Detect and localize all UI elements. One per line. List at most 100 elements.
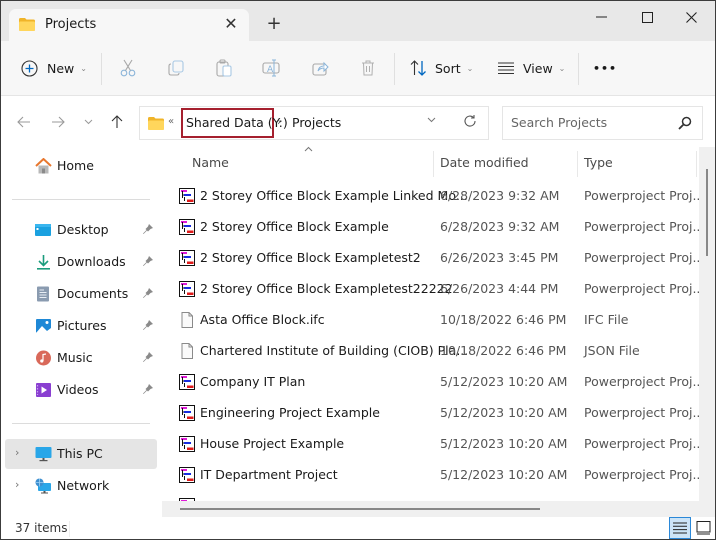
pin-icon[interactable]: [142, 255, 154, 267]
back-button[interactable]: [13, 111, 35, 133]
delete-button[interactable]: [357, 57, 379, 79]
file-row[interactable]: House Project Example 5/12/2023 10:20 AM P…: [172, 429, 704, 459]
sidebar-item-label: Desktop: [57, 222, 109, 237]
vertical-scrollbar[interactable]: [699, 147, 715, 517]
pin-icon[interactable]: [142, 383, 154, 395]
view-button[interactable]: View ⌄: [498, 53, 565, 83]
file-row[interactable]: IT Department Project 5/12/2023 10:20 AM P…: [172, 460, 704, 490]
chevron-right-icon[interactable]: ›: [15, 446, 19, 459]
navigation-pane: Home Desktop Downloads Documents Picture…: [1, 147, 161, 517]
close-window-button[interactable]: [669, 5, 713, 29]
file-name: IT Department Project: [200, 467, 338, 482]
sidebar-item-label: Pictures: [57, 318, 107, 333]
sort-button[interactable]: Sort ⌄: [410, 53, 473, 83]
sidebar-item-network[interactable]: › Network: [5, 471, 157, 501]
arrow-left-icon: [17, 116, 30, 128]
new-tab-button[interactable]: +: [263, 13, 285, 35]
column-divider[interactable]: [433, 151, 434, 177]
pin-icon[interactable]: [142, 287, 154, 299]
horizontal-scrollbar[interactable]: [162, 501, 699, 517]
file-list: Name Date modified Type 2 Storey Office …: [162, 145, 704, 517]
file-name: 2 Storey Office Block Example Linked Mo.…: [200, 188, 468, 203]
forward-button[interactable]: [47, 111, 69, 133]
generic-file-icon: [179, 312, 195, 328]
sidebar-item-pictures[interactable]: Pictures: [5, 311, 157, 341]
up-button[interactable]: [106, 111, 128, 133]
sidebar-item-downloads[interactable]: Downloads: [5, 247, 157, 277]
refresh-button[interactable]: [460, 113, 480, 133]
file-row[interactable]: [172, 491, 697, 501]
file-row[interactable]: Chartered Institute of Building (CIOB) P…: [172, 336, 697, 366]
horizontal-scrollbar-thumb[interactable]: [180, 508, 540, 510]
maximize-button[interactable]: [625, 5, 669, 29]
sidebar-item-music[interactable]: Music: [5, 343, 157, 373]
tab-projects[interactable]: Projects ✕: [9, 9, 249, 41]
file-name: House Project Example: [200, 436, 345, 451]
file-row[interactable]: Company IT Plan 5/12/2023 10:20 AM Powerpr…: [172, 367, 704, 397]
this-pc-icon: [35, 447, 52, 462]
file-row[interactable]: 2 Storey Office Block Example 6/28/2023 9…: [172, 212, 704, 242]
file-row[interactable]: Engineering Project Example 5/12/2023 10:…: [172, 398, 704, 428]
chevron-right-icon[interactable]: ›: [15, 478, 19, 491]
file-row[interactable]: 2 Storey Office Block Example Linked Mo.…: [172, 181, 704, 211]
paste-button[interactable]: [213, 57, 235, 79]
documents-icon: [37, 286, 49, 302]
breadcrumb-shared-data[interactable]: Shared Data (Y:): [186, 115, 288, 130]
folder-icon: [19, 18, 35, 31]
file-name: 2 Storey Office Block Exampletest22222: [200, 281, 453, 296]
file-type: Powerproject Proj...: [584, 250, 705, 265]
file-type: Powerproject Proj...: [584, 281, 705, 296]
breadcrumb-separator-icon[interactable]: ›: [277, 115, 281, 128]
file-type: Powerproject Proj...: [584, 374, 705, 389]
desktop-icon: [35, 224, 51, 236]
details-view-button[interactable]: [669, 517, 691, 539]
copy-button[interactable]: [165, 57, 187, 79]
file-date-modified: 5/12/2023 10:20 AM: [440, 374, 568, 389]
videos-icon: [36, 383, 51, 397]
close-tab-icon[interactable]: ✕: [221, 14, 241, 34]
file-row[interactable]: Asta Office Block.ifc 10/18/2022 6:46 PM I…: [172, 305, 697, 335]
chevron-down-icon: ⌄: [558, 63, 566, 73]
sidebar-item-label: This PC: [57, 446, 103, 461]
new-button[interactable]: New ⌄: [21, 53, 87, 83]
powerproject-icon: [179, 374, 195, 390]
large-icons-view-button[interactable]: [693, 518, 713, 538]
column-divider[interactable]: [577, 151, 578, 177]
pin-icon[interactable]: [142, 223, 154, 235]
more-options-button[interactable]: •••: [593, 53, 617, 83]
share-button[interactable]: [309, 57, 331, 79]
recent-locations-button[interactable]: [77, 111, 99, 133]
file-row[interactable]: 2 Storey Office Block Exampletest2 6/26/2…: [172, 243, 704, 273]
sidebar-item-this-pc[interactable]: › This PC: [5, 439, 157, 469]
sort-ascending-icon: [304, 145, 313, 155]
file-row[interactable]: 2 Storey Office Block Exampletest22222 6/…: [172, 274, 704, 304]
sidebar-item-videos[interactable]: Videos: [5, 375, 157, 405]
file-type: Powerproject Proj...: [584, 405, 705, 420]
address-dropdown-icon[interactable]: [427, 115, 436, 126]
vertical-scrollbar-thumb[interactable]: [706, 169, 708, 256]
file-name: Company IT Plan: [200, 374, 306, 389]
rename-button[interactable]: A: [260, 57, 282, 79]
file-date-modified: 5/12/2023 10:20 AM: [440, 405, 568, 420]
breadcrumb-overflow[interactable]: «: [168, 116, 174, 127]
pin-icon[interactable]: [142, 351, 154, 363]
sidebar-item-label: Downloads: [57, 254, 126, 269]
sidebar-divider: [12, 423, 150, 424]
home-icon: [35, 158, 52, 174]
breadcrumb-projects[interactable]: Projects: [292, 115, 341, 130]
column-header-name[interactable]: Name: [192, 155, 229, 170]
sidebar-item-desktop[interactable]: Desktop: [5, 215, 157, 245]
search-icon[interactable]: [677, 115, 693, 131]
minimize-button[interactable]: [579, 5, 623, 29]
search-box[interactable]: Search Projects: [502, 106, 703, 140]
address-bar[interactable]: « Shared Data (Y:) › Projects: [139, 106, 489, 140]
column-header-type[interactable]: Type: [584, 155, 613, 170]
column-header-date-modified[interactable]: Date modified: [440, 155, 529, 170]
cut-button[interactable]: [117, 57, 139, 79]
sidebar-item-documents[interactable]: Documents: [5, 279, 157, 309]
chevron-down-icon: ⌄: [466, 63, 474, 73]
sidebar-item-home[interactable]: Home: [5, 151, 157, 181]
pin-icon[interactable]: [142, 319, 154, 331]
arrow-right-icon: [52, 116, 65, 128]
column-divider[interactable]: [696, 151, 697, 177]
